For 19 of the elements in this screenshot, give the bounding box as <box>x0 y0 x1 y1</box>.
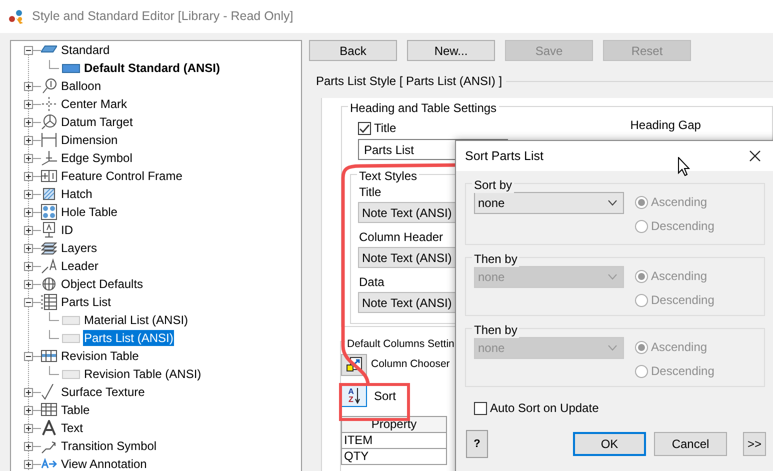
table-cell: ITEM <box>342 432 446 448</box>
group-title: Sort by <box>472 177 514 193</box>
window-title: Style and Standard Editor [Library - Read Only] <box>32 8 294 26</box>
group-title: Heading and Table Settings <box>348 100 499 116</box>
button-label: Sort <box>374 388 396 405</box>
sort-icon: A Z <box>348 388 360 404</box>
button-label: Column Chooser <box>371 357 450 372</box>
dropdown-value: none <box>478 340 505 357</box>
group-title: Text Styles <box>357 168 420 184</box>
dropdown-value: none <box>478 195 505 212</box>
field-label: Title <box>359 185 382 199</box>
table-cell: QTY <box>342 448 446 464</box>
dropdown-value: none <box>478 269 505 286</box>
field-label: Data <box>359 275 384 289</box>
group-title: Then by <box>472 251 520 267</box>
field-label: Column Header <box>359 230 444 244</box>
field-label: Heading Gap <box>630 117 701 134</box>
group-title: Then by <box>472 322 520 338</box>
section-title: Parts List Style [ Parts List (ANSI) ] <box>316 73 502 90</box>
